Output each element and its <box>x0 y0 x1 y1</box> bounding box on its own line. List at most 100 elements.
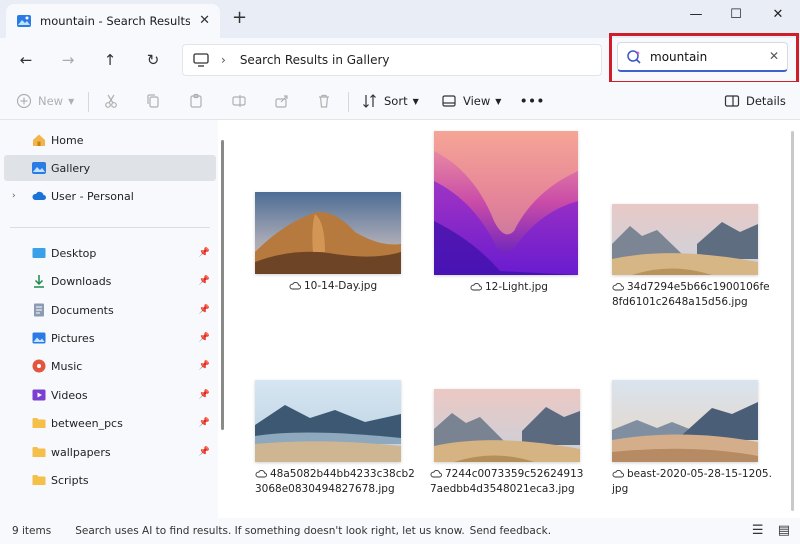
sidebar-item-downloads[interactable]: Downloads 📌 <box>4 268 216 294</box>
tab-search-results[interactable]: mountain - Search Results in Gallery ✕ <box>6 4 220 38</box>
new-tab-button[interactable]: + <box>232 7 247 28</box>
close-window-button[interactable]: ✕ <box>758 4 798 26</box>
file-name: 7244c0073359c526249137aedbb4d3548021eca3… <box>430 468 584 495</box>
new-label: New <box>38 94 64 108</box>
downloads-icon <box>34 275 44 288</box>
divider <box>88 92 89 112</box>
back-button[interactable]: ← <box>12 48 40 72</box>
pictures-icon <box>32 332 46 344</box>
sidebar-item-label: wallpapers <box>51 445 111 459</box>
details-button[interactable]: Details <box>724 91 786 111</box>
sort-button[interactable]: Sort ▼ <box>362 91 419 111</box>
sidebar-item-wallpapers[interactable]: wallpapers 📌 <box>4 439 216 465</box>
maximize-button[interactable]: ☐ <box>716 4 756 26</box>
new-button[interactable]: New ▼ <box>16 91 74 111</box>
sidebar-item-label: Pictures <box>51 331 95 345</box>
view-label: View <box>463 94 491 108</box>
command-bar: New ▼ Sort ▼ View ▼ ••• Details <box>0 82 800 120</box>
view-icon <box>442 95 456 107</box>
sidebar-item-home[interactable]: Home <box>4 127 216 153</box>
rename-button[interactable] <box>231 91 253 111</box>
details-view-icon[interactable]: ☰ <box>752 523 764 538</box>
file-caption: 7244c0073359c526249137aedbb4d3548021eca3… <box>430 467 590 497</box>
close-tab-icon[interactable]: ✕ <box>199 13 210 28</box>
sidebar-item-label: User - Personal <box>51 189 134 203</box>
minimize-button[interactable]: — <box>676 4 716 26</box>
more-options-button[interactable]: ••• <box>520 91 545 111</box>
refresh-button[interactable]: ↻ <box>139 48 167 72</box>
search-input[interactable] <box>650 49 760 64</box>
address-bar[interactable]: › Search Results in Gallery <box>182 44 602 76</box>
pin-icon[interactable]: 📌 <box>199 361 210 371</box>
clipboard-icon <box>190 93 202 108</box>
sidebar-item-scripts[interactable]: Scripts <box>4 467 216 493</box>
forward-button[interactable]: → <box>54 48 82 72</box>
details-label: Details <box>746 94 786 108</box>
up-button[interactable]: ↑ <box>96 48 124 72</box>
scissors-icon <box>105 94 117 108</box>
sidebar-item-user-personal[interactable]: › User - Personal <box>4 183 216 209</box>
pin-icon[interactable]: 📌 <box>199 333 210 343</box>
breadcrumb-search-results[interactable]: Search Results in Gallery <box>240 53 390 67</box>
pin-icon[interactable]: 📌 <box>199 248 210 258</box>
sidebar-item-label: between_pcs <box>51 416 123 430</box>
share-icon <box>275 95 288 108</box>
gallery-icon <box>32 162 46 174</box>
chevron-right-icon[interactable]: › <box>12 191 16 201</box>
pin-icon[interactable]: 📌 <box>199 447 210 457</box>
documents-icon <box>34 303 44 317</box>
trash-icon <box>319 94 329 108</box>
copy-button[interactable] <box>145 91 167 111</box>
file-caption: 10-14-Day.jpg <box>289 279 429 294</box>
pin-icon[interactable]: 📌 <box>199 276 210 286</box>
gallery-icon <box>17 15 31 27</box>
copy-icon <box>147 94 159 108</box>
share-button[interactable] <box>274 91 296 111</box>
file-name: 48a5082b44bb4233c38cb23068e0830494827678… <box>255 468 415 495</box>
status-bar: 9 items Search uses AI to find results. … <box>0 518 800 544</box>
chevron-down-icon: ▼ <box>412 96 419 106</box>
clear-search-icon[interactable]: ✕ <box>769 49 779 63</box>
pin-icon[interactable]: 📌 <box>199 390 210 400</box>
file-caption: 48a5082b44bb4233c38cb23068e0830494827678… <box>255 467 415 497</box>
delete-button[interactable] <box>316 91 338 111</box>
sidebar-item-documents[interactable]: Documents 📌 <box>4 297 216 323</box>
sidebar-item-label: Gallery <box>51 161 91 175</box>
send-feedback-link[interactable]: Send feedback. <box>470 525 551 537</box>
thumbnail-image[interactable] <box>434 389 580 462</box>
sidebar-item-music[interactable]: Music 📌 <box>4 353 216 379</box>
sort-label: Sort <box>384 94 408 108</box>
paste-button[interactable] <box>188 91 210 111</box>
thumbnail-image[interactable] <box>612 204 758 275</box>
tiles-view-icon[interactable]: ▤ <box>778 523 790 538</box>
thumbnail-image[interactable] <box>255 192 401 274</box>
file-name: 34d7294e5b66c1900106fe8fd6101c2648a15d56… <box>612 281 770 308</box>
pin-icon[interactable]: 📌 <box>199 305 210 315</box>
sidebar-item-gallery[interactable]: Gallery <box>4 155 216 181</box>
rename-icon <box>232 95 246 107</box>
sidebar-item-between-pcs[interactable]: between_pcs 📌 <box>4 410 216 436</box>
sidebar-item-label: Videos <box>51 388 88 402</box>
chevron-down-icon: ▼ <box>495 96 502 106</box>
folder-icon <box>32 447 46 457</box>
view-button[interactable]: View ▼ <box>441 91 501 111</box>
sidebar-scrollbar[interactable] <box>221 140 224 430</box>
sidebar-item-pictures[interactable]: Pictures 📌 <box>4 325 216 351</box>
home-icon <box>33 134 45 146</box>
thumbnail-image[interactable] <box>255 380 401 462</box>
cut-button[interactable] <box>103 91 125 111</box>
file-caption: 34d7294e5b66c1900106fe8fd6101c2648a15d56… <box>612 280 772 310</box>
divider <box>348 92 349 112</box>
thumbnail-image[interactable] <box>612 380 758 462</box>
details-pane-icon <box>724 95 740 107</box>
desktop-icon <box>32 248 46 258</box>
sidebar-item-videos[interactable]: Videos 📌 <box>4 382 216 408</box>
content-scrollbar[interactable] <box>791 131 794 511</box>
search-box[interactable]: ✕ <box>617 42 788 72</box>
sidebar-item-desktop[interactable]: Desktop 📌 <box>4 240 216 266</box>
onedrive-cloud-icon <box>32 191 46 200</box>
file-name: 10-14-Day.jpg <box>304 280 378 292</box>
thumbnail-image[interactable] <box>434 131 578 275</box>
pin-icon[interactable]: 📌 <box>199 418 210 428</box>
cloud-sync-icon <box>289 282 301 290</box>
